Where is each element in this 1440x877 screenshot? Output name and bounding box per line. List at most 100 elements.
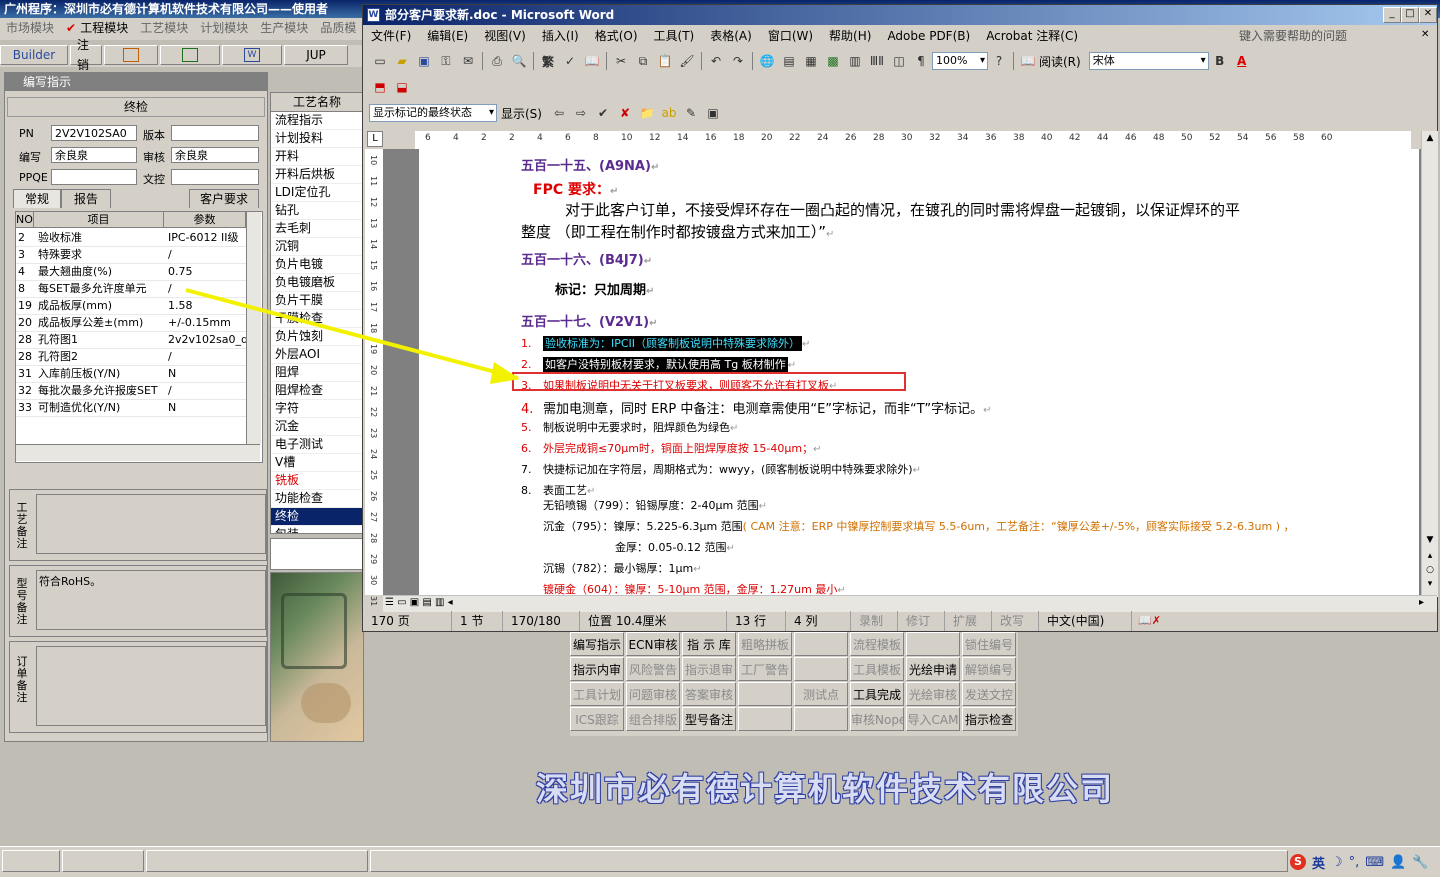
pn-field[interactable]: 2V2V102SA0: [51, 125, 137, 141]
browse-object-icon[interactable]: ○: [1423, 565, 1437, 579]
module-tab[interactable]: 市场模块: [6, 18, 54, 40]
table-row[interactable]: 19 成品板厚(mm) 1.58: [16, 297, 246, 315]
previous-change-icon[interactable]: ⇦: [550, 104, 568, 122]
drawing-icon[interactable]: ⅢⅡ: [868, 52, 886, 70]
toolbar-button-3[interactable]: [160, 45, 220, 65]
ime-language[interactable]: 英: [1312, 853, 1325, 872]
function-button[interactable]: 编写指示: [570, 632, 624, 656]
list-item[interactable]: 外层AOI: [271, 346, 363, 364]
list-item[interactable]: 负电镀磨板: [271, 274, 363, 292]
list-item[interactable]: 阻焊: [271, 364, 363, 382]
wrench-icon[interactable]: 🔧: [1412, 855, 1428, 870]
pdf-convert-icon[interactable]: ⬒: [371, 78, 389, 96]
cut-icon[interactable]: ✂: [612, 52, 630, 70]
read-mode-icon[interactable]: 📖: [1019, 52, 1037, 70]
show-menu-button[interactable]: 显示(S): [501, 105, 542, 122]
list-item[interactable]: 负片电镀: [271, 256, 363, 274]
previous-page-icon[interactable]: ▴: [1423, 551, 1437, 565]
table-row[interactable]: 32 每批次最多允许报废SET /: [16, 382, 246, 400]
user-icon[interactable]: 👤: [1390, 855, 1406, 870]
font-select[interactable]: 宋体: [1088, 52, 1209, 70]
function-button[interactable]: 工具模板: [850, 657, 904, 681]
function-button[interactable]: 答案审核: [682, 682, 736, 706]
view-buttons[interactable]: ☰ ▭ ▣ ▤ ▥ ◂: [385, 597, 453, 608]
sogou-icon[interactable]: S: [1290, 854, 1306, 870]
insert-table-icon[interactable]: ▦: [802, 52, 820, 70]
list-item[interactable]: V槽: [271, 454, 363, 472]
list-item[interactable]: 计划投料: [271, 130, 363, 148]
ppqe-field[interactable]: [51, 169, 137, 185]
function-button[interactable]: 粗略拼板: [738, 632, 792, 656]
function-button[interactable]: ECN审核: [626, 632, 680, 656]
track-changes-icon[interactable]: ✎: [682, 104, 700, 122]
redo-icon[interactable]: ↷: [729, 52, 747, 70]
list-item[interactable]: 铣板: [271, 472, 363, 490]
scroll-down-icon[interactable]: ▼: [1423, 535, 1437, 549]
list-item[interactable]: 流程指示: [271, 112, 363, 130]
spelling-status-icon[interactable]: 📖✗: [1132, 611, 1167, 631]
tab-general[interactable]: 常规: [13, 189, 61, 208]
spelling-icon[interactable]: ✓: [561, 52, 579, 70]
markup-state-select[interactable]: 显示标记的最终状态: [369, 104, 497, 122]
table-row[interactable]: 28 孔符图1 2v2v102sa0_dr: [16, 331, 246, 349]
function-button[interactable]: 型号备注: [682, 707, 736, 731]
moon-icon[interactable]: ☽: [1331, 855, 1343, 870]
list-item[interactable]: 开料: [271, 148, 363, 166]
help-icon[interactable]: ?: [990, 52, 1008, 70]
list-item[interactable]: 功能检查: [271, 490, 363, 508]
table-row[interactable]: 4 最大翘曲度(%) 0.75: [16, 263, 246, 281]
permission-icon[interactable]: ⚿: [437, 52, 455, 70]
menu-item[interactable]: Acrobat 注释(C): [978, 25, 1086, 47]
save-icon[interactable]: ▣: [415, 52, 433, 70]
list-item[interactable]: 沉铜: [271, 238, 363, 256]
table-row[interactable]: 33 可制造优化(Y/N) N: [16, 399, 246, 417]
menu-item[interactable]: 帮助(H): [821, 25, 879, 47]
menu-item[interactable]: 格式(O): [587, 25, 646, 47]
new-doc-icon[interactable]: ▭: [371, 52, 389, 70]
vertical-scrollbar[interactable]: ▲ ▼ ▴ ○ ▾: [1421, 131, 1438, 597]
accept-change-icon[interactable]: ✔: [594, 104, 612, 122]
paste-icon[interactable]: 📋: [656, 52, 674, 70]
review-field[interactable]: 余良泉: [171, 147, 259, 163]
menu-item[interactable]: 文件(F): [363, 25, 419, 47]
undo-icon[interactable]: ↶: [707, 52, 725, 70]
function-button[interactable]: 审核Nope: [850, 707, 904, 731]
list-item[interactable]: 电子测试: [271, 436, 363, 454]
table-row[interactable]: 28 孔符图2 /: [16, 348, 246, 366]
pdf-email-icon[interactable]: ⬓: [393, 78, 411, 96]
function-button[interactable]: 光绘申请: [906, 657, 960, 681]
print-icon[interactable]: ⎙: [488, 52, 506, 70]
copy-icon[interactable]: ⧉: [634, 52, 652, 70]
insert-excel-icon[interactable]: ▩: [824, 52, 842, 70]
list-item[interactable]: 字符: [271, 400, 363, 418]
horizontal-scrollbar[interactable]: ☰ ▭ ▣ ▤ ▥ ◂ ▸: [383, 595, 1437, 612]
zoom-select[interactable]: 100%: [932, 52, 988, 70]
menu-item[interactable]: 窗口(W): [760, 25, 821, 47]
scroll-right-icon[interactable]: ▸: [1419, 597, 1424, 608]
list-item[interactable]: 开料后烘板: [271, 166, 363, 184]
list-item[interactable]: 终检: [271, 508, 363, 526]
table-row[interactable]: 8 每SET最多允许度单元 /: [16, 280, 246, 298]
tab-report[interactable]: 报告: [61, 189, 111, 208]
font-color-icon[interactable]: A: [1233, 52, 1251, 70]
open-icon[interactable]: ▰: [393, 52, 411, 70]
function-button[interactable]: 指 示 库: [682, 632, 736, 656]
control-field[interactable]: [171, 169, 259, 185]
table-row[interactable]: 3 特殊要求 /: [16, 246, 246, 264]
horizontal-ruler[interactable]: 6 4 2 2 4 6 8 10 12 14 16 18 20 22 24 26 28 30 32 34 36 38 40 4…: [415, 131, 1411, 150]
function-button[interactable]: 组合排版: [626, 707, 680, 731]
menu-item[interactable]: 编辑(E): [419, 25, 476, 47]
tables-borders-icon[interactable]: ▤: [780, 52, 798, 70]
function-button[interactable]: 解锁编号: [962, 657, 1016, 681]
keyboard-icon[interactable]: ⌨: [1365, 855, 1384, 870]
research-icon[interactable]: 📖: [583, 52, 601, 70]
toolbar-button-0[interactable]: Builder: [0, 45, 68, 65]
print-preview-icon[interactable]: 🔍: [510, 52, 528, 70]
new-comment-icon[interactable]: 📁: [638, 104, 656, 122]
menu-item[interactable]: 插入(I): [534, 25, 587, 47]
function-button[interactable]: [794, 657, 848, 681]
list-item[interactable]: 钻孔: [271, 202, 363, 220]
reject-change-icon[interactable]: ✘: [616, 104, 634, 122]
process-note-field[interactable]: [36, 494, 266, 554]
highlight-icon[interactable]: ab: [660, 104, 678, 122]
